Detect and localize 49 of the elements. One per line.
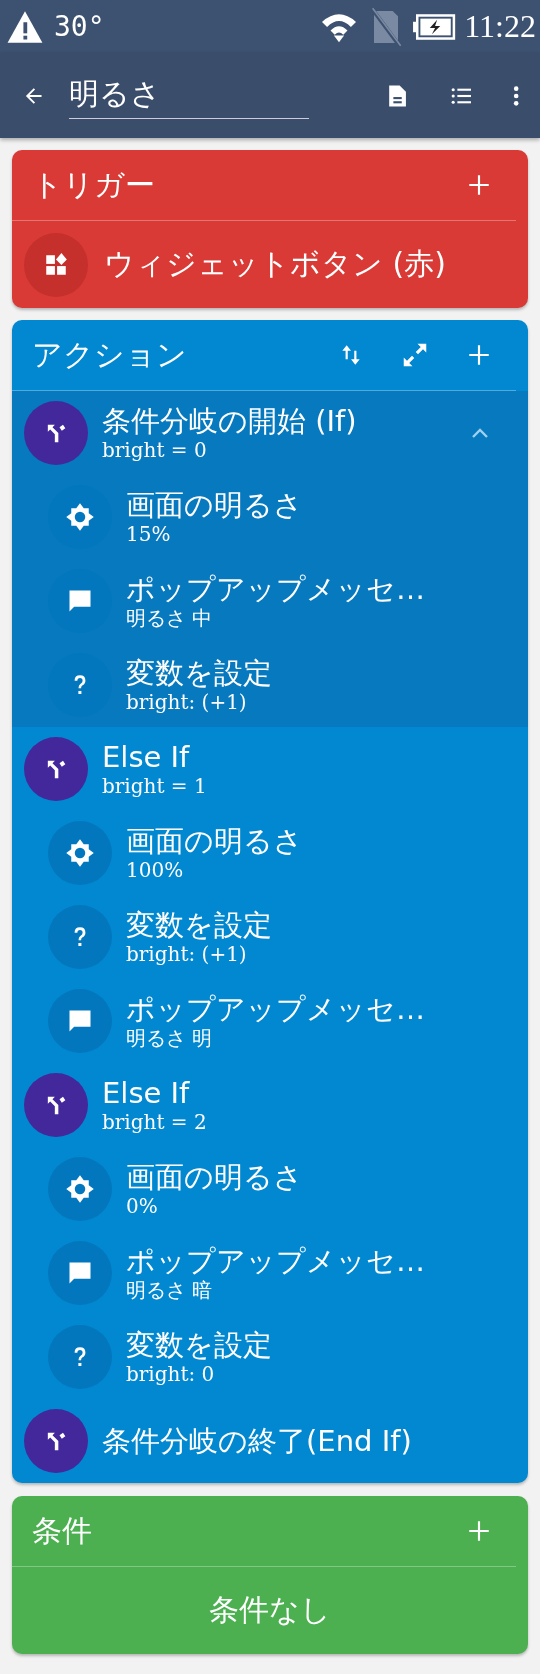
empty-message: 条件なし <box>209 1591 331 1629</box>
add-icon[interactable] <box>466 342 492 368</box>
action-title: ポップアップメッセ… <box>126 1244 425 1278</box>
action-detail: 明るさ 暗 <box>126 1278 214 1302</box>
action-title: ポップアップメッセ… <box>126 572 425 606</box>
temperature: 30° <box>54 10 105 43</box>
card-title: 条件 <box>32 1511 92 1550</box>
action-title: Else If <box>102 740 191 774</box>
action-title: 変数を設定 <box>126 656 272 690</box>
action-title: 画面の明るさ <box>126 488 303 522</box>
card-title: アクション <box>32 335 187 374</box>
action-row[interactable]: 変数を設定 bright: (+1) <box>12 895 528 979</box>
action-detail: bright = 1 <box>102 774 207 798</box>
card-title: トリガー <box>32 165 155 204</box>
action-detail: 明るさ 明 <box>126 1026 214 1050</box>
add-icon[interactable] <box>466 172 492 198</box>
action-detail: bright = 0 <box>102 438 208 462</box>
battery-icon <box>412 12 457 41</box>
action-title: 条件分岐の開始 (If) <box>102 404 357 438</box>
branch-row[interactable]: 条件分岐の開始 (If) bright = 0 <box>12 391 528 475</box>
action-title: 画面の明るさ <box>126 824 303 858</box>
action-detail: bright: 0 <box>126 1362 216 1386</box>
action-row[interactable]: ポップアップメッセ… 明るさ 暗 <box>12 1231 528 1315</box>
action-detail: 0% <box>126 1194 159 1218</box>
action-detail: bright: (+1) <box>126 690 248 714</box>
action-title: ポップアップメッセ… <box>126 992 425 1026</box>
action-row[interactable]: 変数を設定 bright: 0 <box>12 1315 528 1399</box>
action-detail: bright = 2 <box>102 1110 207 1134</box>
action-row[interactable]: 変数を設定 bright: (+1) <box>12 643 528 727</box>
clock: 11:22 <box>464 8 536 45</box>
action-row[interactable]: 画面の明るさ 15% <box>12 475 528 559</box>
add-icon[interactable] <box>466 1518 492 1544</box>
trigger-item[interactable]: ウィジェットボタン (赤) <box>12 221 528 308</box>
action-row[interactable]: 画面の明るさ 100% <box>12 811 528 895</box>
action-row[interactable]: ポップアップメッセ… 明るさ 中 <box>12 559 528 643</box>
action-title: 条件分岐の終了(End If) <box>102 1424 412 1458</box>
action-detail: 100% <box>126 858 185 882</box>
action-row[interactable]: ポップアップメッセ… 明るさ 明 <box>12 979 528 1063</box>
action-row[interactable]: 画面の明るさ 0% <box>12 1147 528 1231</box>
action-title: 変数を設定 <box>126 1328 272 1362</box>
action-detail: 15% <box>126 522 172 546</box>
action-title: 変数を設定 <box>126 908 272 942</box>
branch-row[interactable]: Else If bright = 2 <box>12 1063 528 1147</box>
action-detail: 明るさ 中 <box>126 606 214 630</box>
action-title: 画面の明るさ <box>126 1160 303 1194</box>
branch-row[interactable]: Else If bright = 1 <box>12 727 528 811</box>
branch-row[interactable]: 条件分岐の終了(End If) <box>12 1399 528 1483</box>
action-detail: bright: (+1) <box>126 942 248 966</box>
action-title: Else If <box>102 1076 191 1110</box>
